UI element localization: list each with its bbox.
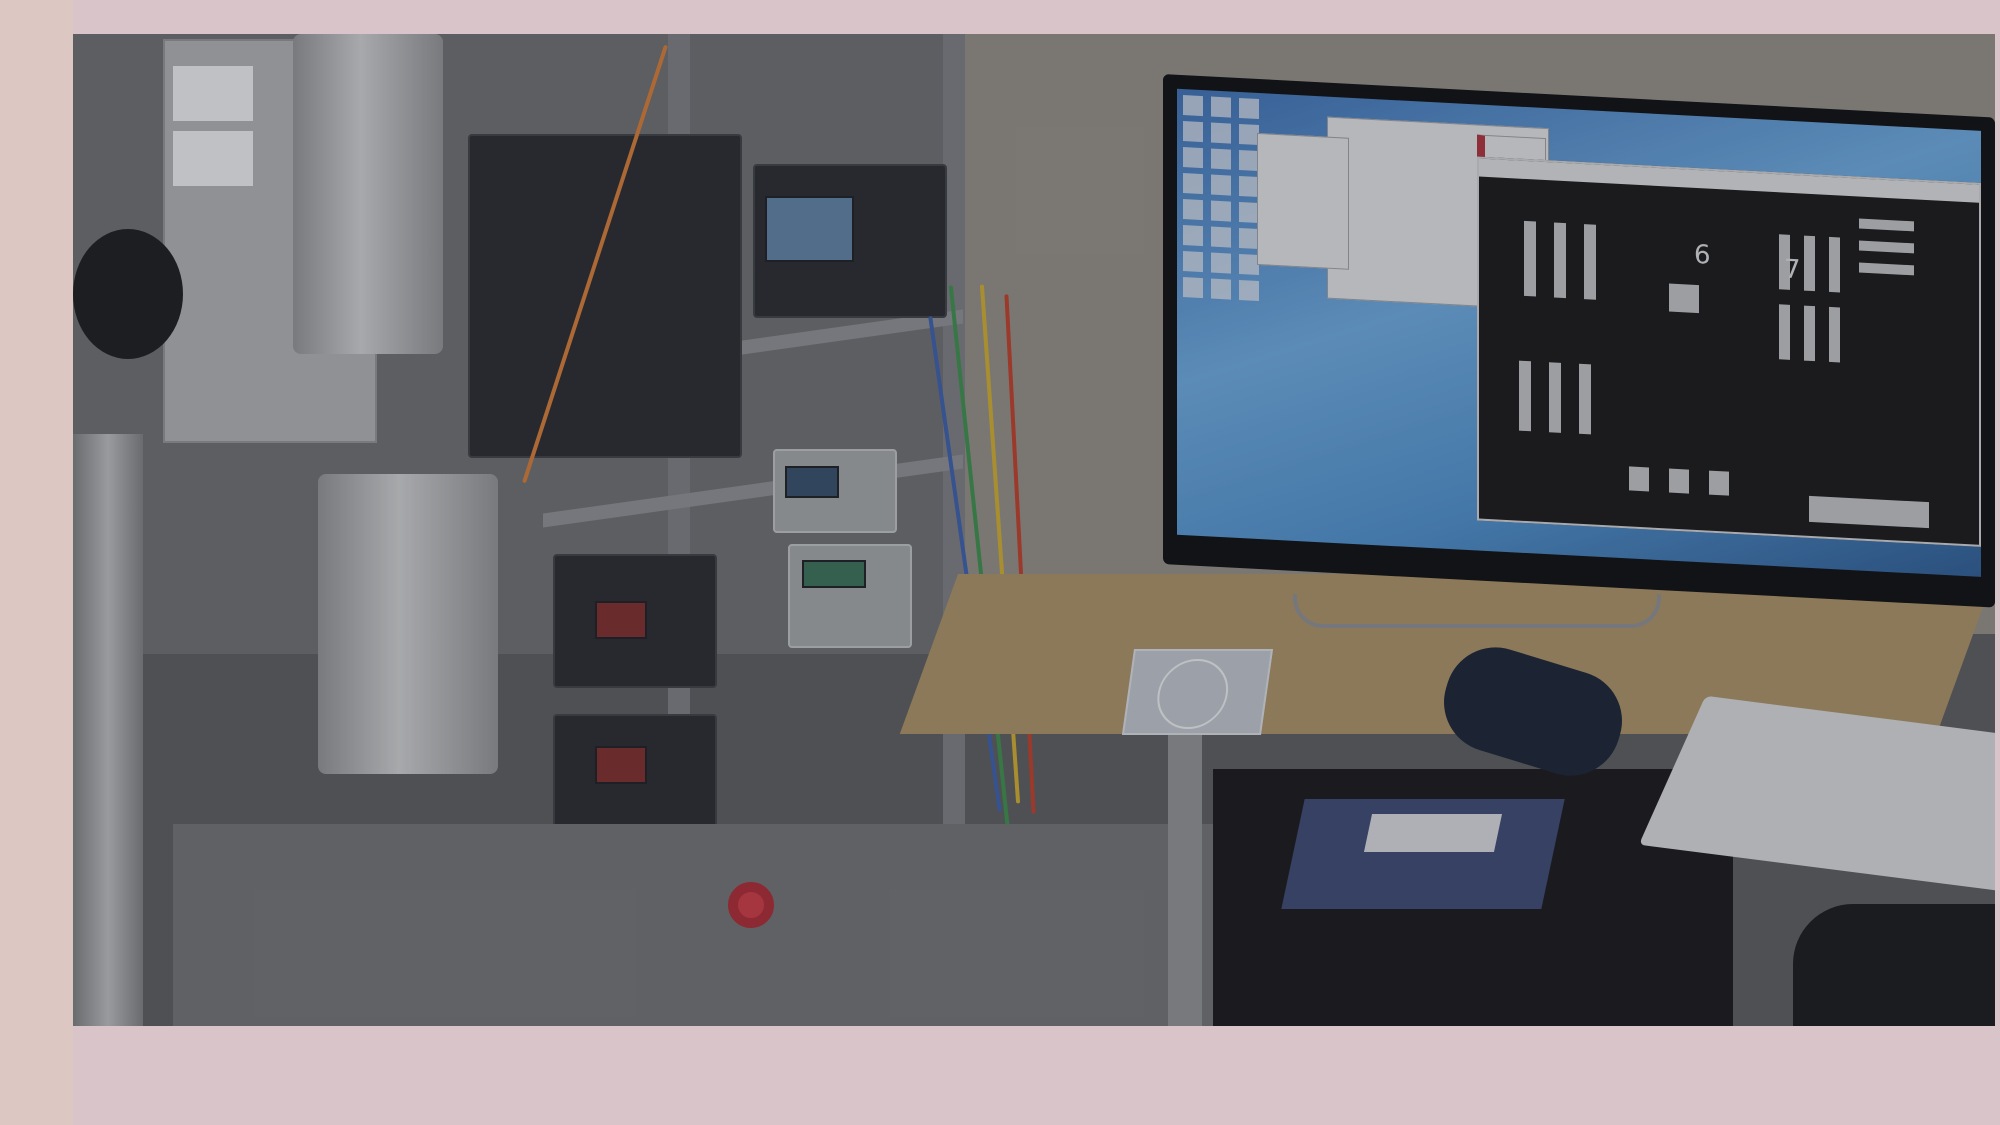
function-generator-upper — [553, 554, 717, 688]
power-supply-unit — [468, 134, 742, 458]
oscilloscope — [753, 164, 947, 318]
resolution-target-bar — [1804, 235, 1815, 292]
signal-generator — [788, 544, 912, 648]
target-group-number: 7 — [1784, 254, 1801, 286]
resolution-target-bar — [1519, 360, 1531, 432]
viewer-toolbar — [1479, 158, 1979, 203]
monitor-stand — [1293, 594, 1661, 628]
resolution-target-block — [1629, 466, 1649, 492]
monitor-screen: 6 7 — [1177, 88, 1981, 577]
background-window — [1257, 132, 1349, 270]
lab-photo: 6 7 — [73, 34, 1995, 1026]
red-knob — [728, 882, 774, 928]
resolution-target-square — [1669, 283, 1699, 314]
resolution-target-block — [1709, 470, 1729, 496]
cd-case — [1121, 649, 1274, 735]
support-pole — [73, 434, 143, 1026]
office-chair — [1793, 904, 1995, 1026]
resolution-target-bar — [1584, 224, 1596, 300]
left-border-strip — [0, 0, 73, 1125]
resolution-target-bar — [1804, 305, 1815, 362]
focus-knob — [73, 229, 183, 359]
desktop-icons — [1183, 95, 1263, 302]
objective-lens — [318, 474, 498, 774]
resolution-target-bar — [1859, 262, 1914, 276]
target-group-number: 6 — [1694, 239, 1711, 271]
resolution-target-bar — [1779, 304, 1790, 360]
resolution-target-bar — [1859, 218, 1914, 232]
camera-viewer-window: 6 7 — [1477, 156, 1981, 547]
resolution-target-bar — [1524, 220, 1536, 297]
resolution-target-bar — [1829, 306, 1840, 363]
asset-label — [173, 131, 253, 186]
computer-monitor: 6 7 — [1163, 74, 1995, 608]
resolution-target-block — [1669, 468, 1689, 494]
multimeter — [773, 449, 897, 533]
resolution-target-bar — [1859, 240, 1914, 254]
function-generator-lower — [553, 714, 717, 838]
desk-leg — [1168, 734, 1202, 1026]
asset-label — [173, 66, 253, 121]
resolution-target-bar — [1579, 363, 1591, 435]
resolution-target-bar — [1829, 236, 1840, 293]
resolution-target-bar — [1549, 362, 1561, 433]
notebook-label — [1363, 814, 1503, 852]
microscope-tube — [293, 34, 443, 354]
resolution-target-block — [1809, 495, 1929, 529]
cd-disc — [1152, 659, 1233, 729]
optical-table — [173, 824, 1223, 1026]
resolution-target-bar — [1554, 222, 1566, 299]
